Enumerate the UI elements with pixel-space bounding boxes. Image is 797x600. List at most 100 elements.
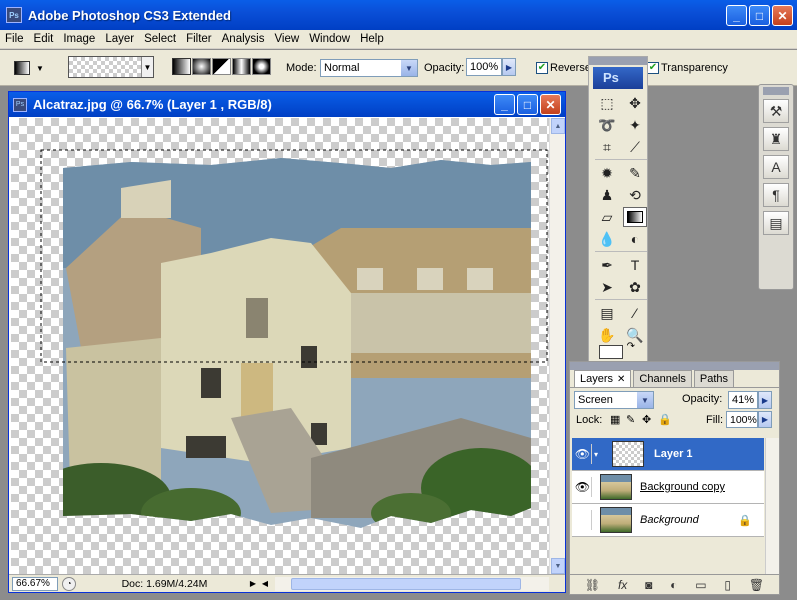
type-tool-icon[interactable]: T bbox=[623, 255, 647, 275]
brush-tool-icon[interactable]: ✎ bbox=[623, 163, 647, 183]
lock-image-icon[interactable]: ✎ bbox=[626, 413, 635, 426]
scroll-up-arrow-icon[interactable]: ▲ bbox=[551, 118, 565, 134]
marquee-tool-icon[interactable]: ⬚ bbox=[595, 93, 619, 113]
gradient-tool-button[interactable] bbox=[623, 207, 647, 227]
maximize-button[interactable]: □ bbox=[749, 5, 770, 26]
custom-shape-tool-icon[interactable]: ✿ bbox=[623, 277, 647, 297]
vertical-scrollbar[interactable]: ▲ ▼ bbox=[549, 118, 565, 574]
history-brush-tool-icon[interactable]: ⟲ bbox=[623, 185, 647, 205]
layer-style-icon[interactable]: fx bbox=[618, 578, 627, 592]
new-layer-icon[interactable]: ▯ bbox=[724, 578, 731, 592]
trash-icon[interactable]: 🗑 bbox=[749, 578, 764, 592]
fill-slider-button[interactable]: ▶ bbox=[758, 411, 772, 428]
layer-comps-icon[interactable]: ▤ bbox=[763, 211, 789, 235]
reverse-checkbox[interactable]: ✔ bbox=[536, 62, 548, 74]
tab-layers[interactable]: Layers ✕ bbox=[574, 370, 632, 387]
mode-select[interactable]: Normal ▼ bbox=[320, 59, 418, 77]
layer-mask-icon[interactable]: ◙ bbox=[645, 578, 652, 592]
visibility-eye-icon[interactable]: 👁 bbox=[574, 477, 592, 497]
transparency-checkbox[interactable]: ✔ bbox=[647, 62, 659, 74]
adjustment-layer-icon[interactable]: ◐ bbox=[670, 578, 677, 592]
tab-paths[interactable]: Paths bbox=[693, 370, 735, 387]
link-layers-icon[interactable]: ⛓ bbox=[585, 578, 600, 592]
foreground-color-swatch[interactable] bbox=[599, 345, 623, 359]
visibility-eye-icon[interactable]: 👁 bbox=[574, 444, 592, 464]
opacity-field[interactable]: 100% bbox=[466, 58, 502, 76]
layer-name[interactable]: Background bbox=[640, 514, 699, 526]
toolbox-grip[interactable] bbox=[589, 57, 647, 65]
notes-tool-icon[interactable]: ▤ bbox=[595, 303, 619, 323]
fill-field[interactable]: 100% bbox=[726, 411, 758, 428]
close-button[interactable]: ✕ bbox=[772, 5, 793, 26]
swap-colors-icon[interactable]: ↷ bbox=[627, 341, 635, 352]
scroll-left-arrow-icon[interactable]: ◀ bbox=[259, 577, 271, 591]
character-panel-icon[interactable]: A bbox=[763, 155, 789, 179]
layer-opacity-slider-button[interactable]: ▶ bbox=[758, 391, 772, 409]
move-tool-icon[interactable]: ✥ bbox=[623, 93, 647, 113]
pen-tool-icon[interactable]: ✒ bbox=[595, 255, 619, 275]
lock-all-icon[interactable]: 🔒 bbox=[658, 413, 672, 426]
lock-transparent-icon[interactable]: ▦ bbox=[610, 413, 620, 426]
paragraph-panel-icon[interactable]: ¶ bbox=[763, 183, 789, 207]
radial-gradient-button[interactable] bbox=[192, 58, 211, 75]
status-menu-arrow-icon[interactable]: ▶ bbox=[247, 577, 259, 591]
blend-mode-select[interactable]: Screen ▼ bbox=[574, 391, 654, 409]
layers-panel-grip[interactable] bbox=[570, 362, 779, 370]
layer-row-layer-1[interactable]: 👁 ▾ Layer 1 bbox=[572, 438, 764, 471]
menu-edit[interactable]: Edit bbox=[29, 33, 59, 45]
doc-minimize-button[interactable]: _ bbox=[494, 94, 515, 115]
path-selection-tool-icon[interactable]: ➤ bbox=[595, 277, 619, 297]
chevron-down-icon[interactable]: ▼ bbox=[141, 57, 153, 77]
doc-close-button[interactable]: ✕ bbox=[540, 94, 561, 115]
dodge-tool-icon[interactable]: ◐ bbox=[623, 229, 647, 249]
layer-name[interactable]: Layer 1 bbox=[654, 448, 693, 460]
horizontal-scrollbar[interactable] bbox=[275, 576, 549, 591]
zoom-options-icon[interactable]: ◔ bbox=[62, 576, 76, 591]
slice-tool-icon[interactable]: ⟋ bbox=[623, 137, 647, 157]
menu-filter[interactable]: Filter bbox=[181, 33, 217, 45]
menu-select[interactable]: Select bbox=[139, 33, 181, 45]
menu-view[interactable]: View bbox=[269, 33, 304, 45]
image-canvas[interactable] bbox=[11, 118, 556, 574]
menu-analysis[interactable]: Analysis bbox=[217, 33, 270, 45]
lock-position-icon[interactable]: ✥ bbox=[642, 413, 651, 426]
clone-stamp-tool-icon[interactable]: ♟ bbox=[595, 185, 619, 205]
layer-opacity-field[interactable]: 41% bbox=[728, 391, 758, 409]
magic-wand-tool-icon[interactable]: ✦ bbox=[623, 115, 647, 135]
clone-source-icon[interactable]: ♜ bbox=[763, 127, 789, 151]
menu-window[interactable]: Window bbox=[304, 33, 355, 45]
blur-tool-icon[interactable]: 💧 bbox=[595, 229, 619, 249]
linear-gradient-button[interactable] bbox=[172, 58, 191, 75]
eraser-tool-icon[interactable]: ▱ bbox=[595, 207, 619, 227]
angle-gradient-button[interactable] bbox=[212, 58, 231, 75]
crop-tool-icon[interactable]: ⌗ bbox=[595, 137, 619, 157]
menu-layer[interactable]: Layer bbox=[100, 33, 139, 45]
menu-image[interactable]: Image bbox=[58, 33, 100, 45]
close-icon[interactable]: ✕ bbox=[617, 374, 625, 385]
new-group-icon[interactable]: ▭ bbox=[695, 578, 706, 592]
gradient-preview[interactable]: ▼ bbox=[68, 56, 154, 78]
minimize-button[interactable]: _ bbox=[726, 5, 747, 26]
eyedropper-tool-icon[interactable]: ⁄ bbox=[623, 303, 647, 323]
lasso-tool-icon[interactable]: ➰ bbox=[595, 115, 619, 135]
document-titlebar[interactable]: Ps Alcatraz.jpg @ 66.7% (Layer 1 , RGB/8… bbox=[9, 92, 565, 117]
scroll-down-arrow-icon[interactable]: ▼ bbox=[551, 558, 565, 574]
visibility-toggle[interactable] bbox=[574, 510, 592, 530]
tool-presets-icon[interactable]: ⚒ bbox=[763, 99, 789, 123]
reflected-gradient-button[interactable] bbox=[232, 58, 251, 75]
layer-row-background-copy[interactable]: 👁 Background copy bbox=[572, 471, 764, 504]
layer-row-background[interactable]: Background 🔒 bbox=[572, 504, 764, 537]
tab-channels[interactable]: Channels bbox=[633, 370, 692, 387]
opacity-slider-button[interactable]: ▶ bbox=[502, 58, 516, 76]
layer-name[interactable]: Background copy bbox=[640, 481, 725, 493]
layers-scrollbar[interactable] bbox=[765, 438, 779, 574]
menu-help[interactable]: Help bbox=[355, 33, 389, 45]
doc-maximize-button[interactable]: □ bbox=[517, 94, 538, 115]
menu-file[interactable]: File bbox=[0, 33, 29, 45]
tool-preset-picker[interactable]: ▼ bbox=[14, 56, 58, 80]
healing-brush-tool-icon[interactable]: ✹ bbox=[595, 163, 619, 183]
diamond-gradient-button[interactable] bbox=[252, 58, 271, 75]
horizontal-scroll-thumb[interactable] bbox=[291, 577, 521, 590]
dock-grip[interactable] bbox=[763, 87, 789, 95]
color-swatches[interactable]: ↷ bbox=[597, 341, 637, 359]
